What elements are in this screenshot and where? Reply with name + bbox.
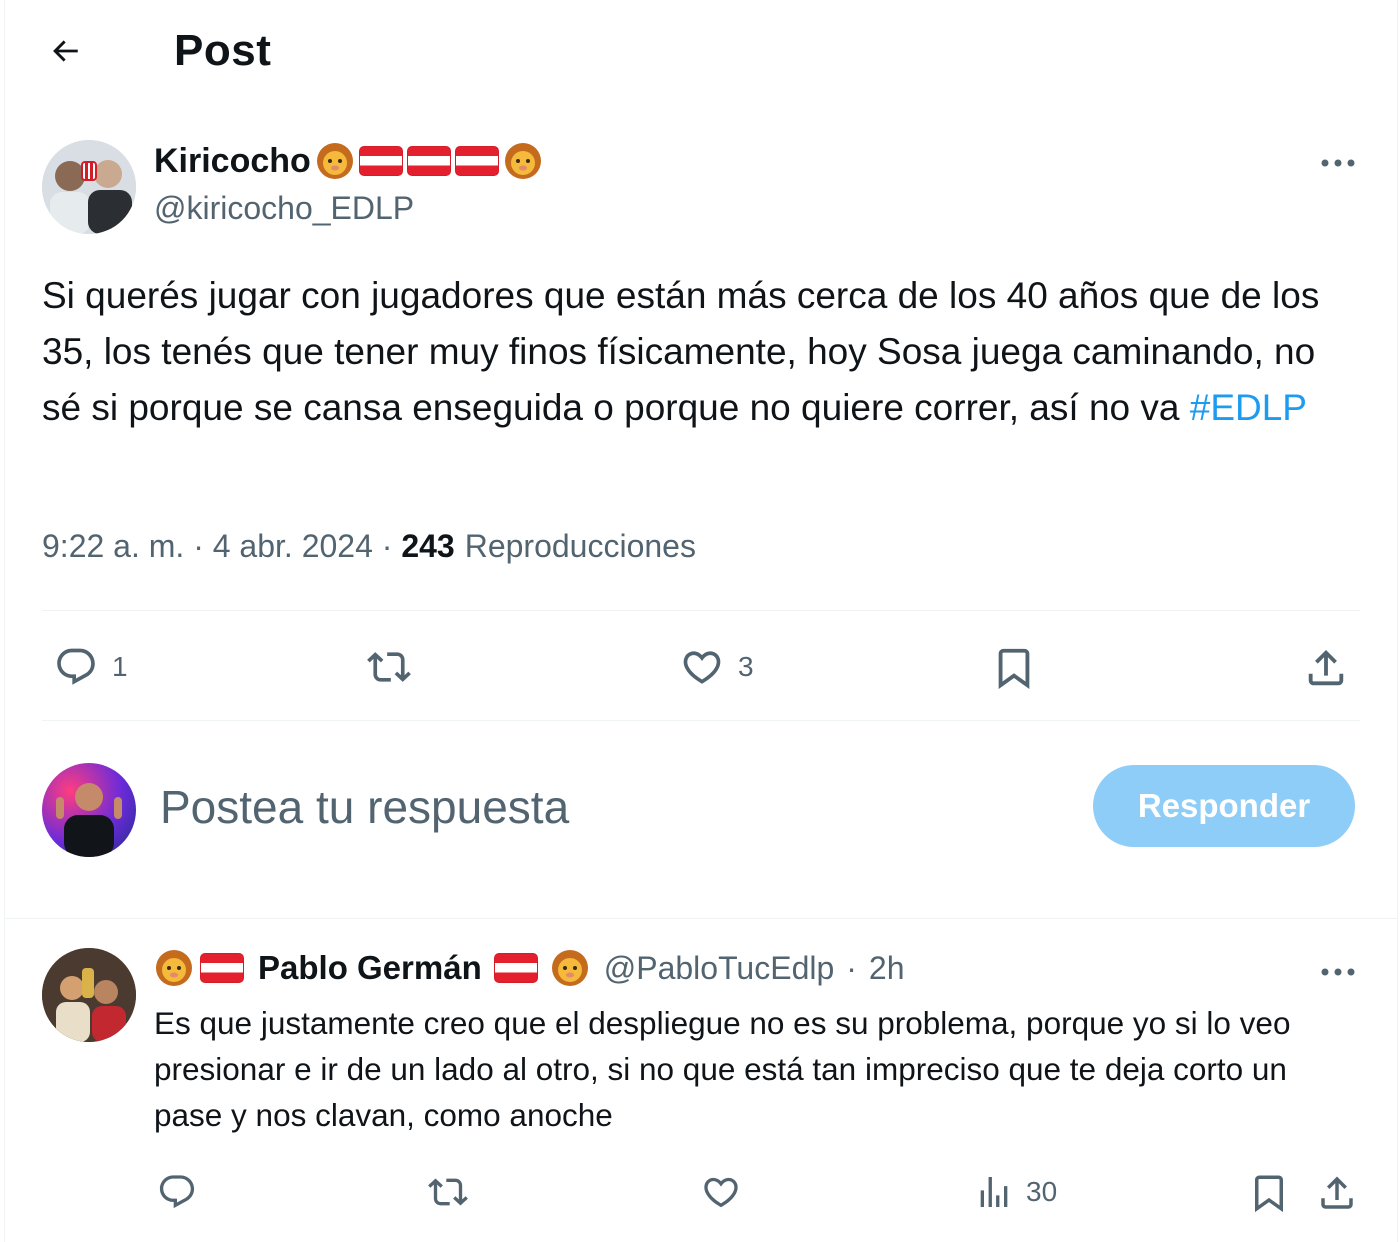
analytics-icon [980, 1177, 1008, 1207]
tweet-text: Si querés jugar con jugadores que están … [42, 268, 1362, 436]
tweet-time[interactable]: 9:22 a. m. [42, 528, 184, 565]
author-handle[interactable]: @kiricocho_EDLP [154, 190, 414, 227]
page-header: Post [0, 0, 1400, 100]
more-horizontal-icon [1321, 159, 1355, 167]
heart-icon [683, 651, 721, 684]
page-title: Post [174, 26, 272, 75]
divider [42, 720, 1360, 721]
avatar-image [42, 140, 136, 234]
back-button[interactable] [40, 28, 90, 74]
meta-separator: · [184, 528, 213, 564]
flag-icon [358, 146, 403, 176]
like-count: 3 [738, 651, 754, 682]
heart-icon [704, 1177, 738, 1208]
flag-icon [406, 146, 451, 176]
reply-views-count: 30 [1026, 1176, 1058, 1207]
reply-more-options-button[interactable] [1316, 957, 1360, 987]
avatar-image [56, 783, 122, 857]
avatar-image [42, 948, 136, 1042]
reply-text: Es que justamente creo que el despliegue… [154, 1005, 1291, 1133]
reply-author-handle[interactable]: @PabloTucEdlp [604, 950, 835, 987]
share-icon [1308, 649, 1344, 686]
reply-count: 1 [112, 651, 128, 682]
reply-author-avatar[interactable] [42, 948, 136, 1042]
reply-submit-button[interactable]: Responder [1093, 765, 1355, 847]
bookmark-icon [998, 648, 1030, 689]
more-options-button[interactable] [1316, 148, 1360, 178]
meta-separator: · [846, 949, 857, 986]
reply-icon [159, 1175, 195, 1209]
meta-separator: · [372, 528, 402, 564]
reply-reply-action[interactable] [156, 1172, 198, 1212]
tweet-text-body: Si querés jugar con jugadores que están … [42, 275, 1320, 428]
reply-views-action[interactable]: 30 [974, 1172, 1057, 1212]
arrow-left-icon [53, 40, 78, 62]
divider [42, 610, 1360, 611]
tweet-date[interactable]: 4 abr. 2024 [213, 528, 373, 565]
reply-time[interactable]: 2h [869, 950, 905, 987]
reply-input[interactable]: Postea tu respuesta [160, 780, 569, 834]
reply-author-name[interactable]: Pablo Germán [258, 949, 482, 987]
hashtag-link[interactable]: #EDLP [1190, 387, 1307, 428]
retweet-icon [428, 1178, 468, 1206]
flag-icon [493, 953, 538, 983]
share-action[interactable] [1302, 645, 1350, 691]
flag-icon [200, 953, 244, 983]
tweet-meta: 9:22 a. m. · 4 abr. 2024 · 243 Reproducc… [42, 528, 696, 565]
flag-icon [454, 146, 499, 176]
share-icon [1321, 1176, 1353, 1209]
more-horizontal-icon [1321, 968, 1355, 976]
author-avatar[interactable] [42, 140, 136, 234]
like-action[interactable]: 3 [678, 645, 754, 689]
current-user-avatar[interactable] [42, 763, 136, 857]
lion-emoji-icon [504, 143, 541, 179]
reply-header: Pablo Germán @PabloTucEdlp · 2h [154, 948, 905, 988]
views-label: Reproducciones [464, 528, 696, 564]
author-name-row[interactable]: Kiricocho [154, 141, 543, 181]
reply-like-action[interactable] [700, 1172, 742, 1212]
bookmark-icon [1255, 1175, 1283, 1213]
divider [4, 918, 1398, 919]
reply-bookmark-action[interactable] [1248, 1172, 1290, 1214]
lion-emoji-icon [156, 950, 192, 986]
author-name[interactable]: Kiricocho [154, 142, 311, 181]
reply-icon [57, 648, 95, 685]
reply-action[interactable]: 1 [52, 645, 128, 689]
reply-retweet-action[interactable] [425, 1172, 471, 1212]
retweet-icon [367, 652, 411, 682]
lion-emoji-icon [551, 950, 588, 986]
reply-share-action[interactable] [1316, 1172, 1358, 1214]
lion-emoji-icon [316, 143, 353, 179]
retweet-action[interactable] [362, 645, 416, 689]
bookmark-action[interactable] [990, 645, 1038, 691]
views-count: 243 [401, 528, 455, 564]
